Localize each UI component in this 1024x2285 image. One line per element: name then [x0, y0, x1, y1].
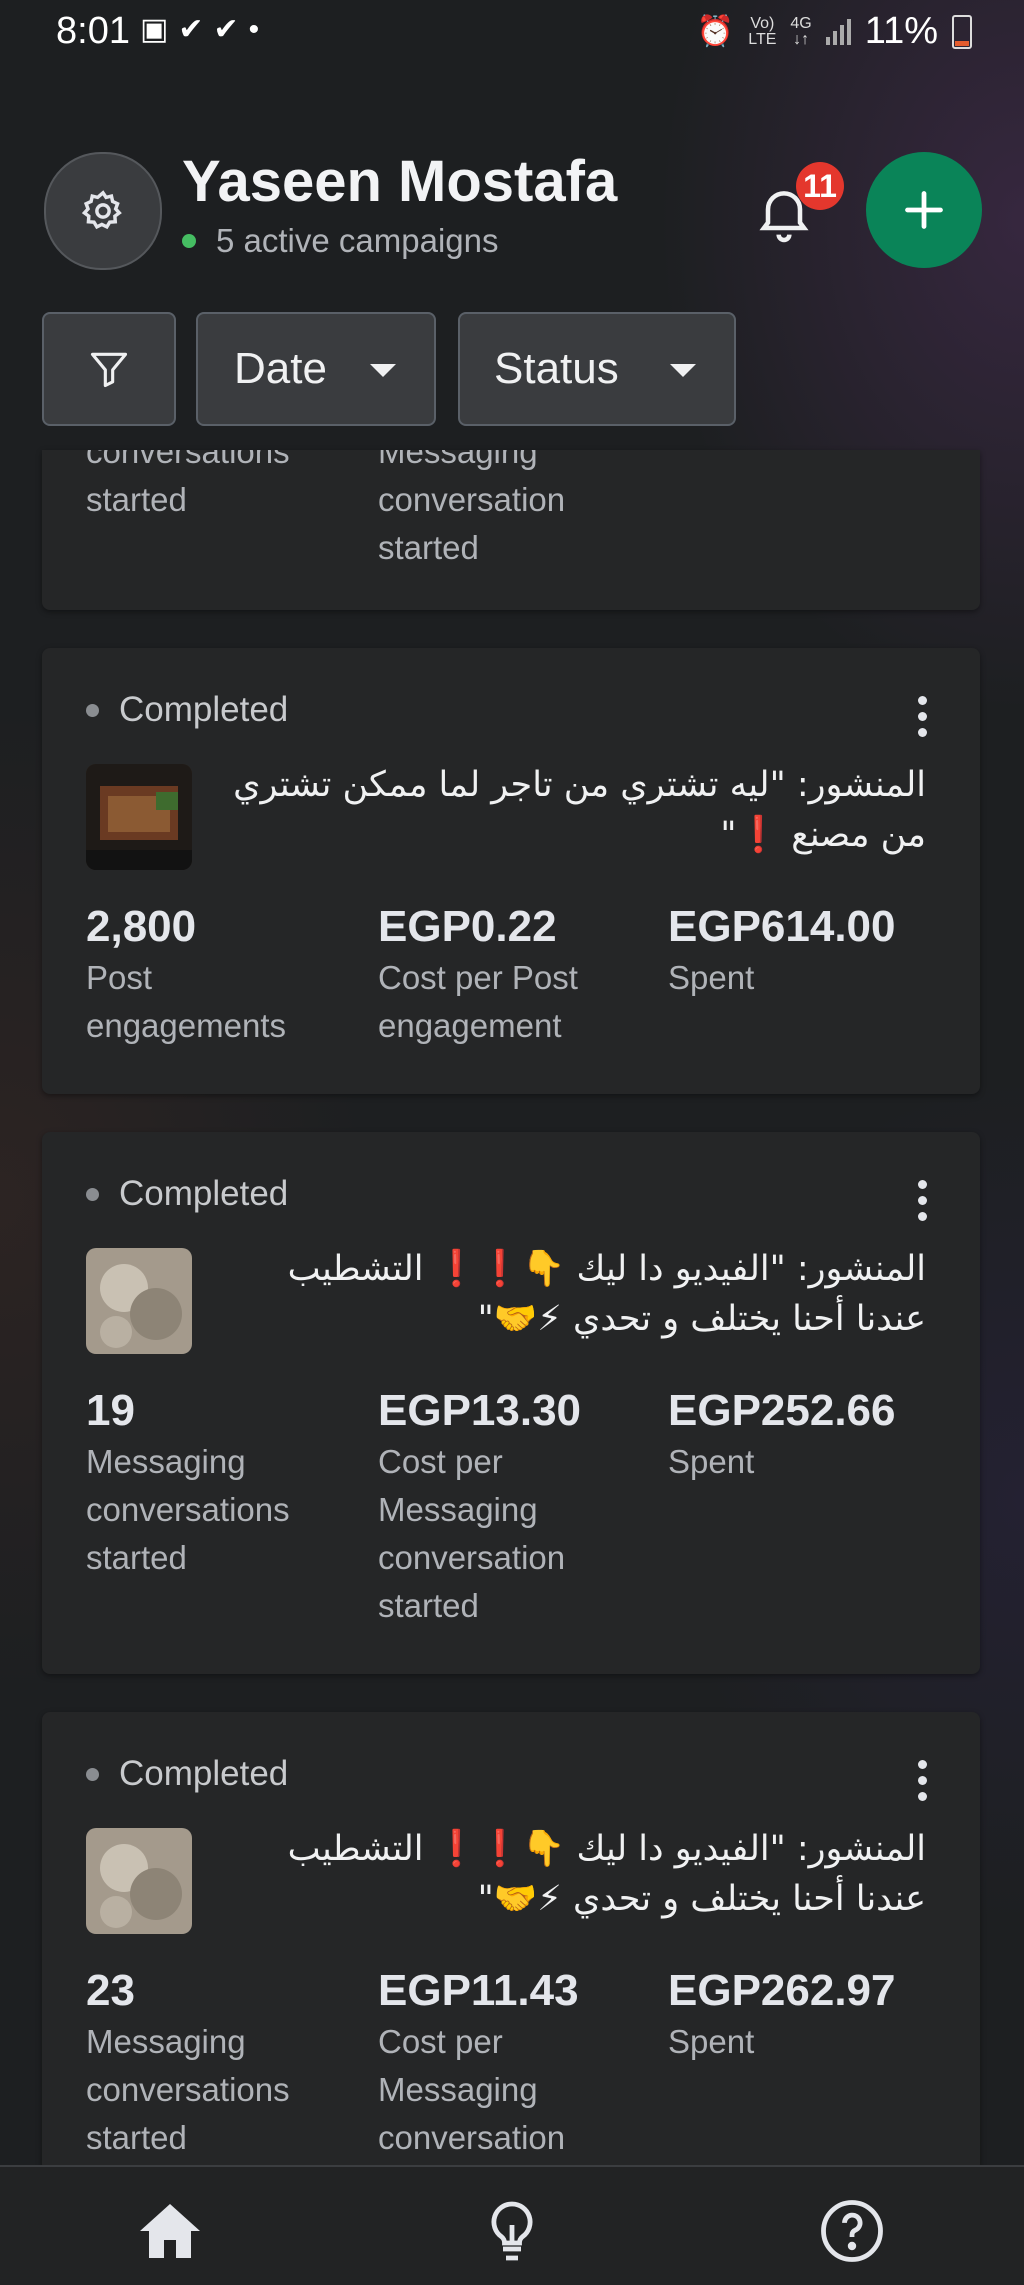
metric-label: conversations started — [86, 450, 290, 518]
metric-results: 19 Messaging conversations started — [86, 1386, 290, 1576]
create-button[interactable] — [866, 152, 982, 268]
account-name: Yaseen Mostafa — [182, 149, 618, 214]
metric-cost: EGP13.30 Cost per Messaging conversation… — [378, 1386, 582, 1624]
campaign-card-partial[interactable]: conversations started Messaging conversa… — [42, 450, 980, 610]
campaign-status: Completed — [86, 690, 288, 730]
post-thumbnail — [86, 764, 192, 870]
status-time: 8:01 — [56, 10, 130, 52]
metric-label: Messaging conversation started — [378, 450, 566, 566]
campaign-card[interactable]: Completed المنشور: "الفيديو دا ليك 👇❗❗ ا… — [42, 1712, 980, 2172]
post-title: المنشور: "الفيديو دا ليك 👇❗❗ التشطيب عند… — [287, 1249, 926, 1339]
more-options-icon[interactable] — [914, 696, 930, 737]
dot-icon: • — [248, 13, 270, 46]
battery-icon — [952, 14, 972, 49]
gear-icon — [81, 190, 122, 230]
help-icon[interactable] — [816, 2195, 888, 2267]
metric-spent: EGP252.66 Spent — [668, 1386, 896, 1480]
home-icon[interactable] — [134, 2195, 206, 2267]
metric-spent: EGP262.97 Spent — [668, 1966, 896, 2060]
filter-button[interactable] — [42, 312, 176, 426]
lightbulb-icon[interactable] — [476, 2195, 548, 2267]
notification-badge: 11 — [796, 162, 844, 210]
signal-icon — [825, 18, 851, 45]
campaign-card[interactable]: Completed المنشور: "الفيديو دا ليك 👇❗❗ ا… — [42, 1132, 980, 1674]
metric-spent: EGP614.00 Spent — [668, 902, 896, 996]
campaign-card[interactable]: Completed المنشور: "ليه تشتري من تاجر لم… — [42, 648, 980, 1094]
chevron-down-icon — [370, 364, 396, 377]
battery-text: 11% — [864, 10, 938, 52]
more-options-icon[interactable] — [914, 1760, 930, 1801]
active-dot-icon — [182, 234, 196, 248]
check-icon: ✔ — [213, 13, 249, 46]
notification-icons: ▣✔✔• — [140, 12, 269, 47]
post-title: المنشور: "الفيديو دا ليك 👇❗❗ التشطيب عند… — [287, 1829, 926, 1919]
active-campaigns: 5 active campaigns — [182, 222, 498, 260]
campaign-status: Completed — [86, 1174, 288, 1214]
bottom-navigation — [0, 2165, 1024, 2285]
alarm-icon: ⏰ — [696, 15, 735, 48]
post-thumbnail — [86, 1248, 192, 1354]
filter-icon — [90, 352, 128, 388]
plus-icon — [905, 191, 943, 229]
date-filter[interactable]: Date — [196, 312, 436, 426]
status-dot-icon — [86, 1767, 99, 1781]
metric-cost: EGP0.22 Cost per Post engagement — [378, 902, 578, 1044]
status-dot-icon — [86, 1187, 99, 1201]
status-dot-icon — [86, 703, 99, 717]
metric-results: 23 Messaging conversations started — [86, 1966, 290, 2156]
metric-results: 2,800 Post engagements — [86, 902, 286, 1044]
metric-cost: EGP11.43 Cost per Messaging conversation — [378, 1966, 579, 2156]
post-title: المنشور: "ليه تشتري من تاجر لما ممكن تشت… — [233, 765, 926, 855]
settings-button[interactable] — [44, 152, 162, 270]
more-options-icon[interactable] — [914, 1180, 930, 1221]
post-thumbnail — [86, 1828, 192, 1934]
campaign-status: Completed — [86, 1754, 288, 1794]
status-bar: 8:01 ▣✔✔• ⏰ Vo) LTE 4G ↓↑ 11% — [0, 0, 1024, 66]
status-filter[interactable]: Status — [458, 312, 736, 426]
chevron-down-icon — [670, 364, 696, 377]
image-icon: ▣ — [140, 13, 179, 46]
check-icon: ✔ — [178, 13, 214, 46]
